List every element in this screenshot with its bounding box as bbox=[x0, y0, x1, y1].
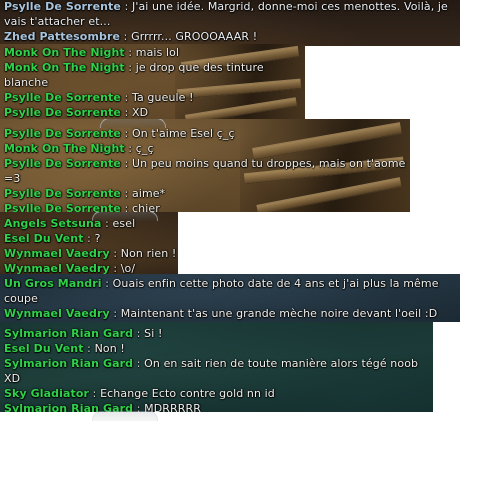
chat-separator: : bbox=[120, 0, 132, 13]
chat-sender[interactable]: Sylmarion Rian Gard bbox=[4, 327, 133, 340]
chat-line: Esel Du Vent : Non ! bbox=[0, 341, 433, 356]
chat-sender[interactable]: Psylle De Sorrente bbox=[4, 202, 121, 212]
chat-line: Esel Du Vent : ? bbox=[0, 231, 178, 246]
chat-separator: : bbox=[120, 202, 132, 212]
chat-message: On t'aime Esel ç_ç bbox=[131, 127, 235, 140]
chat-separator: : bbox=[120, 157, 132, 170]
chat-line: Psylle De Sorrente : Ta gueule ! bbox=[0, 90, 305, 105]
chat-message: ? bbox=[94, 232, 101, 245]
chat-message: XD bbox=[131, 106, 149, 119]
chat-message: aime* bbox=[131, 187, 166, 200]
chat-message: Non ! bbox=[94, 342, 125, 355]
chat-sender[interactable]: Psylle De Sorrente bbox=[4, 91, 121, 104]
chat-message: Ta gueule ! bbox=[131, 91, 194, 104]
chat-separator: : bbox=[83, 342, 95, 355]
chat-separator: : bbox=[120, 127, 132, 140]
chat-message: Si ! bbox=[144, 327, 163, 340]
chat-message: Echange Ecto contre gold nn id bbox=[100, 387, 275, 400]
chat-separator: : bbox=[83, 232, 95, 245]
chat-sender[interactable]: Monk On The Night bbox=[4, 46, 125, 59]
chat-line: Psylle De Sorrente : J'ai une idée. Marg… bbox=[0, 0, 460, 29]
chat-sender[interactable]: Sylmarion Rian Gard bbox=[4, 357, 133, 370]
chat-message: MDRRRRR bbox=[144, 402, 202, 412]
chat-separator: : bbox=[109, 247, 121, 260]
chat-sender[interactable]: Angels Setsuna bbox=[4, 217, 102, 230]
chat-sender[interactable]: Psylle De Sorrente bbox=[4, 106, 121, 119]
chat-line: Sky Gladiator : Echange Ecto contre gold… bbox=[0, 386, 433, 401]
chat-separator: : bbox=[133, 357, 145, 370]
chat-lines-1: Psylle De Sorrente : J'ai une idée. Marg… bbox=[0, 0, 460, 44]
chat-panel-4: Angels Setsuna : esel Esel Du Vent : ? W… bbox=[0, 212, 178, 277]
chat-separator: : bbox=[133, 327, 145, 340]
chat-line: Zhed Pattesombre : Grrrrr... GROOOAAAR ! bbox=[0, 29, 460, 44]
chat-sender[interactable]: Psylle De Sorrente bbox=[4, 187, 121, 200]
chat-separator: : bbox=[120, 106, 132, 119]
chat-line: Psylle De Sorrente : On t'aime Esel ç_ç bbox=[0, 126, 410, 141]
chat-message: chier bbox=[131, 202, 160, 212]
chat-line: Psylle De Sorrente : Un peu moins quand … bbox=[0, 156, 410, 186]
chat-line: Monk On The Night : ç_ç bbox=[0, 141, 410, 156]
chat-tab-nub[interactable] bbox=[92, 411, 158, 421]
chat-separator: : bbox=[124, 46, 136, 59]
chat-line: Sylmarion Rian Gard : MDRRRRR bbox=[0, 401, 433, 412]
chat-line: Monk On The Night : je drop que des tint… bbox=[0, 60, 305, 90]
chat-separator: : bbox=[109, 307, 121, 320]
chat-separator: : bbox=[120, 30, 132, 43]
chat-line: Un Gros Mandri : Ouais enfin cette photo… bbox=[0, 276, 460, 306]
chat-sender[interactable]: Psylle De Sorrente bbox=[4, 157, 121, 170]
chat-panel-1: Psylle De Sorrente : J'ai une idée. Marg… bbox=[0, 0, 460, 46]
chat-separator: : bbox=[101, 217, 113, 230]
chat-separator: : bbox=[120, 187, 132, 200]
chat-line: Sylmarion Rian Gard : On en sait rien de… bbox=[0, 356, 433, 386]
chat-sender[interactable]: Un Gros Mandri bbox=[4, 277, 102, 290]
chat-separator: : bbox=[124, 142, 136, 155]
chat-message: mais lol bbox=[135, 46, 180, 59]
chat-line: Wynmael Vaedry : Non rien ! bbox=[0, 246, 178, 261]
chat-sender[interactable]: Esel Du Vent bbox=[4, 342, 84, 355]
chat-sender[interactable]: Monk On The Night bbox=[4, 61, 125, 74]
chat-lines-2: Monk On The Night : mais lol Monk On The… bbox=[0, 45, 305, 119]
chat-sender[interactable]: Monk On The Night bbox=[4, 142, 125, 155]
chat-line: Angels Setsuna : esel bbox=[0, 216, 178, 231]
chat-separator: : bbox=[120, 91, 132, 104]
chat-line: Psylle De Sorrente : aime* bbox=[0, 186, 410, 201]
chat-sender[interactable]: Wynmael Vaedry bbox=[4, 307, 110, 320]
chat-sender[interactable]: Esel Du Vent bbox=[4, 232, 84, 245]
chat-message: Grrrrr... GROOOAAAR ! bbox=[131, 30, 258, 43]
chat-message: ç_ç bbox=[135, 142, 154, 155]
chat-sender[interactable]: Psylle De Sorrente bbox=[4, 127, 121, 140]
chat-separator: : bbox=[89, 387, 101, 400]
chat-line: Psylle De Sorrente : chier bbox=[0, 201, 410, 212]
chat-lines-4: Angels Setsuna : esel Esel Du Vent : ? W… bbox=[0, 216, 178, 276]
chat-message: esel bbox=[112, 217, 136, 230]
chat-panel-5: Un Gros Mandri : Ouais enfin cette photo… bbox=[0, 274, 460, 322]
chat-panel-3: Psylle De Sorrente : On t'aime Esel ç_ç … bbox=[0, 119, 410, 212]
chat-sender[interactable]: Psylle De Sorrente bbox=[4, 0, 121, 13]
chat-sender[interactable]: Zhed Pattesombre bbox=[4, 30, 120, 43]
chat-line: Psylle De Sorrente : XD bbox=[0, 105, 305, 119]
chat-message: Non rien ! bbox=[120, 247, 177, 260]
screenshot-collage: Psylle De Sorrente : J'ai une idée. Marg… bbox=[0, 0, 500, 500]
chat-lines-3: Psylle De Sorrente : On t'aime Esel ç_ç … bbox=[0, 126, 410, 212]
chat-line: Wynmael Vaedry : Maintenant t'as une gra… bbox=[0, 306, 460, 322]
chat-lines-5: Un Gros Mandri : Ouais enfin cette photo… bbox=[0, 276, 460, 322]
chat-separator: : bbox=[101, 277, 113, 290]
chat-sender[interactable]: Sky Gladiator bbox=[4, 387, 89, 400]
chat-line: Sylmarion Rian Gard : Si ! bbox=[0, 326, 433, 341]
chat-sender[interactable]: Wynmael Vaedry bbox=[4, 247, 110, 260]
chat-lines-6: Sylmarion Rian Gard : Si ! Esel Du Vent … bbox=[0, 326, 433, 412]
chat-panel-6: Sylmarion Rian Gard : Si ! Esel Du Vent … bbox=[0, 322, 433, 412]
chat-separator: : bbox=[124, 61, 136, 74]
chat-panel-2: Monk On The Night : mais lol Monk On The… bbox=[0, 44, 305, 119]
chat-line: Monk On The Night : mais lol bbox=[0, 45, 305, 60]
